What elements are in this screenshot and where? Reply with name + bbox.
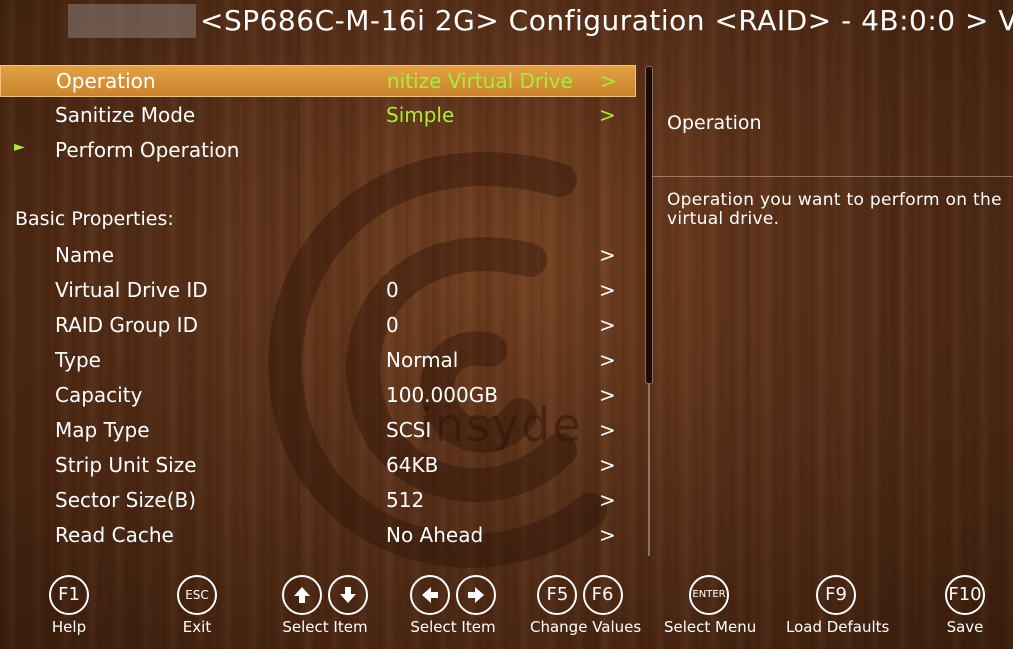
help-title: Operation — [667, 112, 762, 134]
operation-row[interactable]: Operation nitize Virtual Drive > — [0, 65, 636, 97]
scrollbar-thumb[interactable] — [645, 66, 653, 384]
f10-key-label: Save — [946, 618, 984, 636]
esc-exit-key[interactable]: ESC Exit — [172, 575, 222, 636]
f9-key-label: Load Defaults — [786, 618, 890, 636]
property-arrow: > — [599, 383, 616, 407]
property-arrow: > — [599, 348, 616, 372]
f6-key-icon: F6 — [582, 575, 623, 615]
property-value: 512 — [386, 488, 425, 512]
property-value: SCSI — [386, 418, 432, 442]
f1-help-key[interactable]: F1 Help — [44, 575, 94, 636]
property-arrow: > — [599, 488, 616, 512]
property-value: 64KB — [386, 453, 439, 477]
property-value: No Ahead — [386, 523, 484, 547]
up-arrow-icon — [282, 575, 323, 615]
key-legend: F1 Help ESC Exit Select Item Select Item… — [0, 575, 1013, 649]
property-label: Strip Unit Size — [55, 453, 197, 477]
f5-f6-key-label: Change Values — [530, 618, 642, 636]
f9-key-icon: F9 — [816, 575, 856, 615]
perform-operation-row[interactable]: ► Perform Operation — [0, 135, 636, 167]
property-row-map-type[interactable]: Map Type SCSI > — [0, 415, 636, 447]
up-down-select-key[interactable]: Select Item — [276, 575, 374, 636]
property-arrow: > — [599, 418, 616, 442]
property-label: Read Cache — [55, 523, 174, 547]
f10-save-key[interactable]: F10 Save — [940, 575, 990, 636]
property-arrow: > — [599, 313, 616, 337]
sanitize-mode-label: Sanitize Mode — [55, 103, 196, 127]
property-label: Map Type — [55, 418, 150, 442]
f5-f6-change-key[interactable]: F5 F6 Change Values — [530, 575, 642, 636]
property-label: Name — [55, 243, 115, 267]
sanitize-mode-row[interactable]: Sanitize Mode Simple > — [0, 100, 636, 132]
f1-key-icon: F1 — [49, 575, 89, 615]
property-arrow: > — [599, 243, 616, 267]
property-row-strip-unit-size[interactable]: Strip Unit Size 64KB > — [0, 450, 636, 482]
esc-key-icon: ESC — [177, 575, 217, 615]
left-right-select-key[interactable]: Select Item — [404, 575, 502, 636]
enter-key-icon: ENTER — [689, 575, 729, 615]
perform-operation-label: Perform Operation — [55, 138, 240, 162]
blurred-vendor-logo — [68, 4, 196, 38]
operation-label: Operation — [56, 69, 156, 93]
help-description: Operation you want to perform on the vir… — [667, 190, 1002, 229]
enter-key-label: Select Menu — [664, 618, 757, 636]
property-arrow: > — [599, 453, 616, 477]
property-row-virtual-drive-id[interactable]: Virtual Drive ID 0 > — [0, 275, 636, 307]
down-arrow-icon — [327, 575, 368, 615]
sanitize-mode-arrow: > — [599, 103, 616, 127]
operation-value: nitize Virtual Drive — [387, 69, 573, 93]
property-row-name[interactable]: Name > — [0, 240, 636, 272]
property-label: Type — [55, 348, 101, 372]
property-row-capacity[interactable]: Capacity 100.000GB > — [0, 380, 636, 412]
property-label: RAID Group ID — [55, 313, 198, 337]
property-value: 0 — [386, 278, 399, 302]
property-label: Capacity — [55, 383, 143, 407]
sanitize-mode-value: Simple — [386, 103, 455, 127]
property-row-sector-size[interactable]: Sector Size(B) 512 > — [0, 485, 636, 517]
right-arrow-icon — [455, 575, 496, 615]
enter-select-menu-key[interactable]: ENTER Select Menu — [664, 575, 757, 636]
property-row-read-cache[interactable]: Read Cache No Ahead > — [0, 520, 636, 552]
help-divider — [652, 176, 1013, 177]
property-arrow: > — [599, 278, 616, 302]
up-down-key-label: Select Item — [282, 618, 368, 636]
operation-arrow: > — [600, 69, 617, 93]
property-label: Sector Size(B) — [55, 488, 197, 512]
property-label: Virtual Drive ID — [55, 278, 208, 302]
basic-properties-header: Basic Properties: — [15, 208, 174, 230]
property-value: 100.000GB — [386, 383, 498, 407]
property-row-type[interactable]: Type Normal > — [0, 345, 636, 377]
property-value: 0 — [386, 313, 399, 337]
property-value: Normal — [386, 348, 459, 372]
esc-key-label: Exit — [182, 618, 212, 636]
left-arrow-icon — [410, 575, 451, 615]
f5-key-icon: F5 — [537, 575, 578, 615]
property-row-raid-group-id[interactable]: RAID Group ID 0 > — [0, 310, 636, 342]
title-bar: <SP686C-M-16i 2G> Configuration <RAID> -… — [0, 0, 1013, 46]
page-title: <SP686C-M-16i 2G> Configuration <RAID> -… — [200, 4, 1013, 37]
f10-key-icon: F10 — [945, 575, 985, 615]
f1-key-label: Help — [51, 618, 87, 636]
left-right-key-label: Select Item — [410, 618, 496, 636]
f9-load-defaults-key[interactable]: F9 Load Defaults — [786, 575, 890, 636]
property-arrow: > — [599, 523, 616, 547]
submenu-triangle-icon: ► — [14, 139, 25, 155]
